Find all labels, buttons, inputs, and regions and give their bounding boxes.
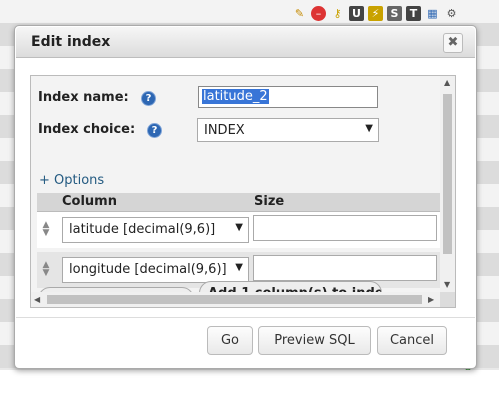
horizontal-scroll-thumb[interactable] bbox=[47, 295, 422, 304]
drag-handle-icon[interactable]: ▲ ▼ bbox=[41, 261, 51, 278]
horizontal-scrollbar[interactable]: ◀ ▶ bbox=[31, 292, 440, 307]
column-select[interactable]: longitude [decimal(9,6)] ▼ bbox=[62, 257, 249, 283]
go-button[interactable]: Go bbox=[207, 326, 253, 355]
column-select-value: latitude [decimal(9,6)] bbox=[69, 222, 216, 237]
close-button[interactable]: ✖ bbox=[443, 33, 463, 53]
key-icon[interactable]: ⚷ bbox=[330, 6, 345, 21]
vertical-scroll-thumb[interactable] bbox=[443, 94, 452, 254]
chevron-down-icon: ▼ bbox=[235, 262, 243, 273]
dialog-button-pane: Go Preview SQL Cancel bbox=[16, 317, 475, 368]
table-icon[interactable]: ▦ bbox=[425, 6, 440, 21]
size-input[interactable] bbox=[253, 215, 437, 241]
row-actions-toolbar: ✎ – ⚷ U ⚡ S T ▦ ⚙ bbox=[292, 4, 459, 22]
table-row: ▲ ▼ latitude [decimal(9,6)] ▼ bbox=[37, 212, 440, 248]
index-icon[interactable]: ⚡ bbox=[368, 5, 383, 21]
column-select[interactable]: latitude [decimal(9,6)] ▼ bbox=[62, 217, 249, 243]
chevron-down-icon: ▼ bbox=[365, 123, 373, 134]
dialog-titlebar[interactable]: Edit index ✖ bbox=[16, 27, 475, 58]
cancel-button[interactable]: Cancel bbox=[377, 326, 447, 355]
chevron-down-icon: ▼ bbox=[235, 222, 243, 233]
help-icon[interactable]: ? bbox=[141, 91, 156, 106]
size-header: Size bbox=[254, 194, 285, 209]
index-name-value: latitude_2 bbox=[202, 89, 269, 104]
column-header: Column bbox=[62, 194, 117, 209]
size-input[interactable] bbox=[253, 255, 437, 281]
add-columns-button[interactable]: Add 1 column(s) to index bbox=[199, 281, 382, 292]
index-choice-select[interactable]: INDEX ▼ bbox=[197, 118, 379, 142]
scroll-left-icon[interactable]: ◀ bbox=[34, 295, 40, 304]
dialog-content: Index name: ? latitude_2 Index choice: ?… bbox=[30, 75, 456, 308]
scroll-down-icon[interactable]: ▼ bbox=[444, 280, 450, 289]
fulltext-icon[interactable]: T bbox=[406, 5, 421, 21]
vertical-scrollbar[interactable]: ▲ ▼ bbox=[440, 76, 455, 292]
preview-sql-button[interactable]: Preview SQL bbox=[258, 326, 371, 355]
scroll-right-icon[interactable]: ▶ bbox=[428, 295, 434, 304]
index-form: Index name: ? latitude_2 Index choice: ?… bbox=[31, 76, 440, 292]
edit-index-dialog: Edit index ✖ Index name: ? latitude_2 In… bbox=[14, 25, 477, 369]
index-name-input[interactable]: latitude_2 bbox=[198, 86, 378, 108]
pencil-icon[interactable]: ✎ bbox=[292, 6, 307, 21]
drag-handle-icon[interactable]: ▲ ▼ bbox=[41, 221, 51, 238]
index-name-label: Index name: bbox=[38, 90, 129, 105]
delete-icon[interactable]: – bbox=[311, 5, 326, 21]
scrollbar-corner bbox=[440, 292, 455, 307]
page-footer bbox=[0, 370, 499, 395]
dialog-title: Edit index bbox=[31, 34, 111, 50]
spatial-icon[interactable]: S bbox=[387, 5, 402, 21]
column-select-value: longitude [decimal(9,6)] bbox=[69, 262, 227, 277]
scroll-up-icon[interactable]: ▲ bbox=[444, 78, 450, 87]
index-choice-value: INDEX bbox=[204, 123, 245, 138]
options-toggle-link[interactable]: + Options bbox=[39, 173, 104, 188]
help-icon[interactable]: ? bbox=[147, 123, 162, 138]
unique-icon[interactable]: U bbox=[349, 5, 364, 21]
index-choice-label: Index choice: bbox=[38, 122, 136, 137]
distinct-values-icon[interactable]: ⚙ bbox=[444, 6, 459, 21]
columns-table-header: Column Size bbox=[37, 193, 440, 212]
